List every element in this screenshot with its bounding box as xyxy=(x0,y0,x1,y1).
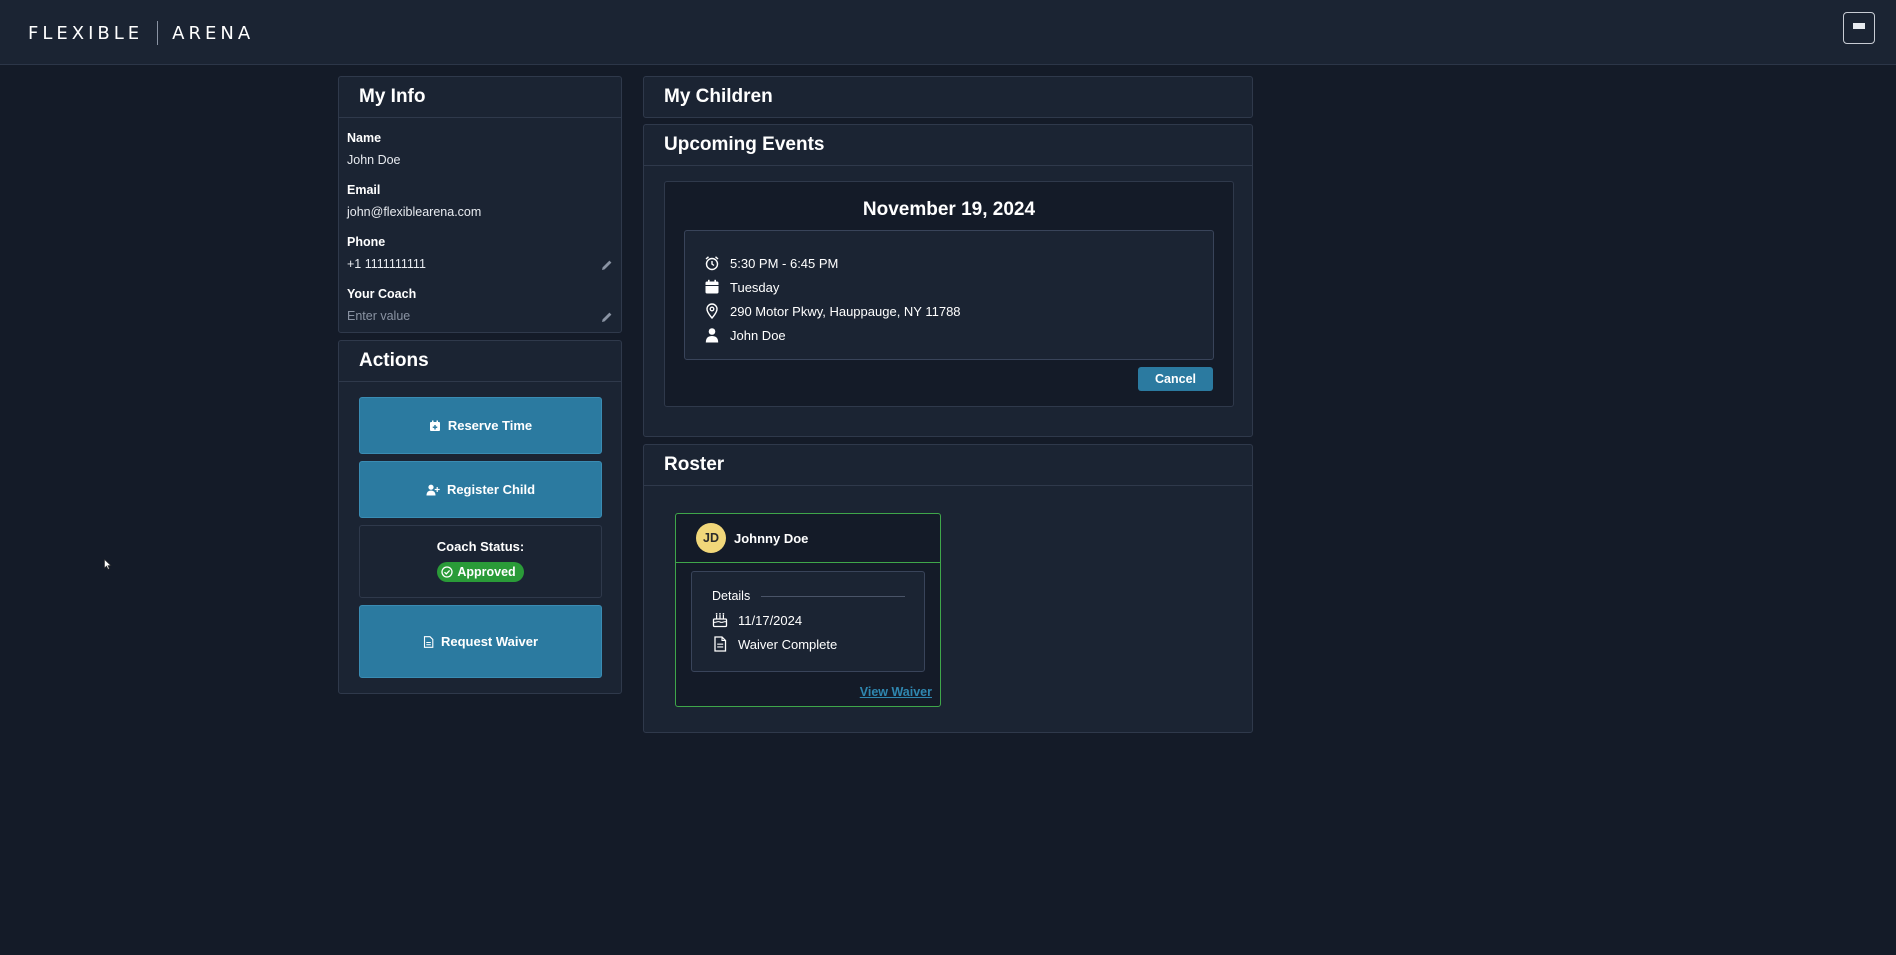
actions-header: Actions xyxy=(339,341,621,382)
my-info-panel: My Info Name John Doe Email john@flexibl… xyxy=(338,76,622,333)
logo-text-left: FLEXIBLE xyxy=(28,22,144,44)
email-value: john@flexiblearena.com xyxy=(347,205,482,219)
child-card-header: JD Johnny Doe xyxy=(676,514,940,563)
register-child-label: Register Child xyxy=(446,482,536,497)
event-time: 5:30 PM - 6:45 PM xyxy=(730,255,839,271)
roster-header: Roster xyxy=(644,445,1252,486)
event-person-row: John Doe xyxy=(704,327,786,343)
waiver-status: Waiver Complete xyxy=(738,636,838,652)
user-icon xyxy=(705,328,719,343)
my-info-title: My Info xyxy=(359,86,426,107)
coach-label: Your Coach xyxy=(347,287,417,301)
my-info-header: My Info xyxy=(339,77,621,118)
event-day: Tuesday xyxy=(730,279,780,295)
coach-status-badge: Approved xyxy=(437,562,524,582)
document-icon xyxy=(423,635,434,648)
actions-title: Actions xyxy=(359,350,429,371)
coach-status-box: Coach Status: Approved xyxy=(359,525,602,598)
roster-title: Roster xyxy=(664,454,725,475)
file-text-icon xyxy=(714,636,727,652)
user-plus-icon xyxy=(426,484,440,495)
coach-status-label: Coach Status: xyxy=(436,539,525,554)
coach-field: Your Coach Enter value xyxy=(347,287,416,323)
details-title: Details xyxy=(712,589,751,603)
birthdate-row: 11/17/2024 xyxy=(712,612,802,628)
mouse-cursor-icon xyxy=(104,559,112,570)
child-avatar: JD xyxy=(696,523,726,553)
actions-panel: Actions Reserve Time Register Child Coac… xyxy=(338,340,622,694)
my-children-title: My Children xyxy=(664,86,773,107)
my-children-panel: My Children xyxy=(643,76,1253,118)
event-location: 290 Motor Pkwy, Hauppauge, NY 11788 xyxy=(730,303,961,319)
map-pin-icon xyxy=(706,303,718,319)
child-name: Johnny Doe xyxy=(734,530,809,546)
event-day-row: Tuesday xyxy=(704,279,779,295)
birthday-cake-icon xyxy=(712,613,728,628)
coach-status-value: Approved xyxy=(457,565,516,579)
event-person: John Doe xyxy=(730,327,786,343)
logo-divider xyxy=(157,21,159,45)
my-children-header: My Children xyxy=(644,77,1252,117)
event-date: November 19, 2024 xyxy=(862,199,1036,220)
event-location-row: 290 Motor Pkwy, Hauppauge, NY 11788 xyxy=(704,303,961,319)
email-field: Email john@flexiblearena.com xyxy=(347,183,481,219)
name-value: John Doe xyxy=(347,153,401,167)
register-child-button[interactable]: Register Child xyxy=(359,461,602,518)
phone-label: Phone xyxy=(347,235,386,249)
waiver-status-row: Waiver Complete xyxy=(712,636,837,652)
hamburger-icon xyxy=(1853,23,1865,33)
child-details-box: Details 11/17/2024 Waiver Complete xyxy=(691,571,925,672)
child-birthdate: 11/17/2024 xyxy=(738,612,803,628)
upcoming-events-panel: Upcoming Events November 19, 2024 5:30 P… xyxy=(643,124,1253,437)
name-label: Name xyxy=(347,131,382,145)
phone-field: Phone +1 1111111111 xyxy=(347,235,426,271)
child-card: JD Johnny Doe Details 11/17/2024 Waiver … xyxy=(675,513,941,707)
details-divider xyxy=(761,596,905,597)
event-details-box: 5:30 PM - 6:45 PM Tuesday 290 Motor Pkwy… xyxy=(684,230,1214,360)
request-waiver-button[interactable]: Request Waiver xyxy=(359,605,602,678)
request-waiver-label: Request Waiver xyxy=(440,634,539,649)
top-navbar: FLEXIBLE ARENA xyxy=(0,0,1896,65)
coach-input[interactable]: Enter value xyxy=(347,309,416,323)
phone-value[interactable]: +1 1111111111 xyxy=(347,257,426,271)
roster-panel: Roster JD Johnny Doe Details 11/17/2024 … xyxy=(643,444,1253,733)
hamburger-menu-button[interactable] xyxy=(1843,12,1875,44)
calendar-icon xyxy=(705,279,719,294)
name-field: Name John Doe xyxy=(347,131,401,167)
alarm-clock-icon xyxy=(705,256,719,271)
edit-phone-pencil-icon[interactable] xyxy=(601,259,613,271)
upcoming-events-title: Upcoming Events xyxy=(664,134,825,155)
event-card: November 19, 2024 5:30 PM - 6:45 PM Tues… xyxy=(664,181,1234,407)
edit-coach-pencil-icon[interactable] xyxy=(601,311,613,323)
flexible-arena-logo[interactable]: FLEXIBLE ARENA xyxy=(28,21,255,45)
view-waiver-link[interactable]: View Waiver xyxy=(860,685,932,699)
cancel-event-button[interactable]: Cancel xyxy=(1138,367,1213,391)
upcoming-events-header: Upcoming Events xyxy=(644,125,1252,166)
calendar-plus-icon xyxy=(429,420,440,431)
logo-text-right: ARENA xyxy=(172,22,255,44)
reserve-time-button[interactable]: Reserve Time xyxy=(359,397,602,454)
event-time-row: 5:30 PM - 6:45 PM xyxy=(704,255,838,271)
email-label: Email xyxy=(347,183,381,197)
check-circle-icon xyxy=(441,566,453,578)
reserve-time-label: Reserve Time xyxy=(447,418,533,433)
